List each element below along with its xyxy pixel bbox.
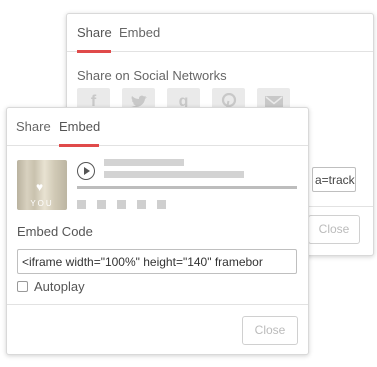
track-title-placeholder [104,159,184,166]
placeholder-square [157,200,166,209]
thumbnail-text: YOU [30,199,54,208]
active-tab-indicator [77,50,111,53]
play-icon[interactable] [77,162,95,180]
close-button[interactable]: Close [308,215,360,244]
autoplay-checkbox[interactable] [17,281,28,292]
share-link-input[interactable]: a=track [312,167,356,192]
tab-share[interactable]: Share [77,25,112,40]
placeholder-square [137,200,146,209]
close-button[interactable]: Close [242,316,298,345]
tab-embed[interactable]: Embed [119,25,160,40]
embed-code-input[interactable]: <iframe width="100%" height="140" frameb… [17,249,297,274]
placeholder-square [97,200,106,209]
section-title: Share on Social Networks [77,68,227,83]
active-tab-indicator [59,144,99,147]
embed-dialog-tabs: Share Embed [7,108,308,147]
track-artist-placeholder [104,171,244,178]
waveform-line [77,186,297,189]
share-dialog-tabs: Share Embed [67,14,373,53]
placeholder-square [77,200,86,209]
track-thumbnail: ♥ YOU [17,160,67,210]
heart-icon: ♥ [36,180,44,194]
embed-dialog: Share Embed ♥ YOU Embed Code <iframe wid… [6,107,309,355]
embed-code-label: Embed Code [17,224,93,239]
placeholder-square [117,200,126,209]
autoplay-label: Autoplay [34,279,85,294]
tab-share[interactable]: Share [16,119,51,134]
footer-divider [7,304,308,305]
tab-embed[interactable]: Embed [59,119,100,134]
